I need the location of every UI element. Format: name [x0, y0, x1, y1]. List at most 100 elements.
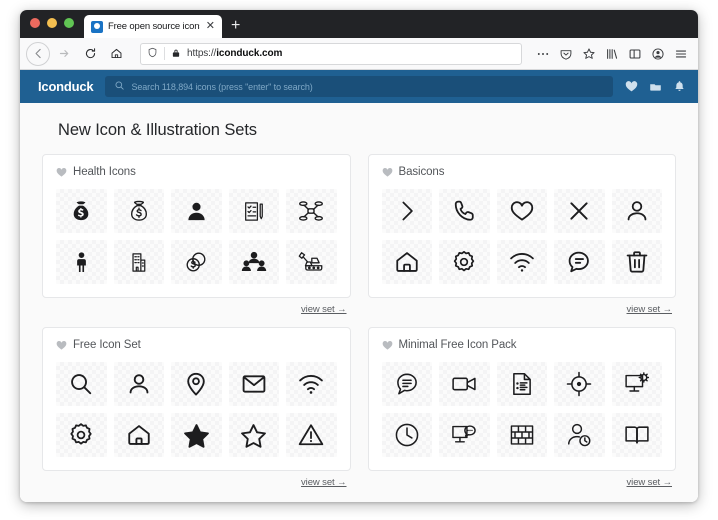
heart-outline-icon[interactable]	[496, 189, 547, 233]
maximize-window-button[interactable]	[64, 18, 74, 28]
card-title-text: Health Icons	[73, 166, 136, 178]
card-header: Minimal Free Icon Pack	[382, 339, 663, 351]
url-host: iconduck.com	[216, 48, 283, 59]
collection-icon[interactable]	[649, 80, 662, 93]
office-building-icon[interactable]	[113, 240, 164, 284]
browser-tab[interactable]: Free open source icons, illustra ✕	[84, 15, 222, 38]
chat-bubble-icon[interactable]	[554, 240, 605, 284]
card-header: Free Icon Set	[56, 339, 337, 351]
heart-icon[interactable]	[625, 80, 638, 93]
heart-icon[interactable]	[382, 167, 393, 178]
icon-set-card-basicons: Basicons view set →	[367, 154, 676, 315]
excavator-icon[interactable]	[286, 240, 337, 284]
bell-icon[interactable]	[673, 80, 686, 93]
group-people-icon[interactable]	[228, 240, 279, 284]
close-window-button[interactable]	[30, 18, 40, 28]
trash-icon[interactable]	[611, 240, 662, 284]
app-menu-icon[interactable]	[670, 43, 692, 65]
card-title-text: Basicons	[398, 166, 445, 178]
minimize-window-button[interactable]	[47, 18, 57, 28]
brick-wall-icon[interactable]	[496, 413, 547, 457]
monitor-settings-icon[interactable]	[611, 362, 662, 406]
sidebar-icon[interactable]	[624, 43, 646, 65]
close-x-icon[interactable]	[554, 189, 605, 233]
search-placeholder: Search 118,894 icons (press "enter" to s…	[131, 81, 313, 92]
view-set-row: view set →	[42, 471, 351, 488]
envelope-icon[interactable]	[228, 362, 279, 406]
view-set-row: view set →	[42, 298, 351, 315]
page-actions-ellipsis-icon[interactable]	[532, 43, 554, 65]
view-set-link[interactable]: view set →	[301, 304, 347, 315]
gear-icon[interactable]	[56, 413, 107, 457]
url-bar[interactable]: https://iconduck.com	[140, 42, 522, 65]
icon-set-card-minimal-free-icon-pack: Minimal Free Icon Pack view set →	[367, 327, 677, 488]
header-icon-group	[625, 80, 686, 93]
reload-arrow-icon[interactable]	[78, 42, 102, 66]
home-icon[interactable]	[104, 42, 128, 66]
clock-icon[interactable]	[381, 413, 432, 457]
drone-icon[interactable]	[286, 189, 337, 233]
warning-triangle-icon[interactable]	[286, 413, 337, 457]
card-body: Minimal Free Icon Pack	[367, 327, 676, 471]
library-icon[interactable]	[601, 43, 623, 65]
close-icon[interactable]: ✕	[205, 21, 216, 32]
monitor-chat-icon[interactable]	[439, 413, 490, 457]
toolbar-icon-group	[532, 43, 692, 65]
web-page: Iconduck Search 118,894 icons (press "en…	[20, 70, 698, 502]
home-icon[interactable]	[381, 240, 432, 284]
wifi-icon[interactable]	[496, 240, 547, 284]
view-set-link[interactable]: view set →	[301, 477, 347, 488]
icon-set-card-grid: Health Icons view set → Basicons view se…	[42, 154, 676, 488]
standing-person-icon[interactable]	[56, 240, 107, 284]
duck-favicon-icon	[91, 20, 103, 33]
view-set-link[interactable]: view set →	[627, 477, 673, 488]
icon-set-card-health-icons: Health Icons view set →	[42, 154, 351, 315]
forward-arrow-icon[interactable]	[52, 42, 76, 66]
map-pin-icon[interactable]	[171, 362, 222, 406]
home-icon[interactable]	[113, 413, 164, 457]
pocket-icon[interactable]	[555, 43, 577, 65]
chevron-right-icon[interactable]	[381, 189, 432, 233]
heart-icon[interactable]	[382, 340, 393, 351]
coins-dollar-icon[interactable]	[171, 240, 222, 284]
user-icon[interactable]	[113, 362, 164, 406]
search-icon[interactable]	[56, 362, 107, 406]
new-tab-button[interactable]: +	[222, 18, 250, 38]
window-controls	[30, 10, 84, 38]
card-title-text: Minimal Free Icon Pack	[398, 339, 517, 351]
star-filled-icon[interactable]	[171, 413, 222, 457]
bookmark-star-icon[interactable]	[578, 43, 600, 65]
wifi-icon[interactable]	[286, 362, 337, 406]
icon-grid	[381, 189, 662, 284]
tracking-protection-shield-icon[interactable]	[147, 45, 158, 63]
open-book-icon[interactable]	[611, 413, 662, 457]
clipboard-checklist-icon[interactable]	[228, 189, 279, 233]
view-set-row: view set →	[368, 471, 677, 488]
search-input[interactable]: Search 118,894 icons (press "enter" to s…	[105, 76, 613, 97]
star-outline-icon[interactable]	[228, 413, 279, 457]
view-set-link[interactable]: view set →	[627, 304, 673, 315]
account-icon[interactable]	[647, 43, 669, 65]
icon-set-card-free-icon-set: Free Icon Set view set →	[42, 327, 351, 488]
phone-icon[interactable]	[439, 189, 490, 233]
search-icon	[114, 78, 125, 96]
money-bag-filled-icon[interactable]	[56, 189, 107, 233]
icon-grid	[381, 362, 662, 457]
card-body: Health Icons	[42, 154, 351, 298]
tab-strip: Free open source icons, illustra ✕ +	[84, 10, 250, 38]
crosshair-target-icon[interactable]	[554, 362, 605, 406]
person-filled-icon[interactable]	[171, 189, 222, 233]
site-logo[interactable]: Iconduck	[38, 79, 94, 94]
heart-icon[interactable]	[56, 340, 67, 351]
document-list-icon[interactable]	[496, 362, 547, 406]
heart-icon[interactable]	[56, 167, 67, 178]
chat-lines-icon[interactable]	[381, 362, 432, 406]
video-camera-icon[interactable]	[439, 362, 490, 406]
money-bag-outline-icon[interactable]	[113, 189, 164, 233]
page-content: New Icon & Illustration Sets Health Icon…	[20, 103, 698, 502]
browser-toolbar: https://iconduck.com	[20, 38, 698, 70]
user-clock-icon[interactable]	[554, 413, 605, 457]
user-icon[interactable]	[611, 189, 662, 233]
back-arrow-icon[interactable]	[26, 41, 50, 66]
gear-icon[interactable]	[439, 240, 490, 284]
